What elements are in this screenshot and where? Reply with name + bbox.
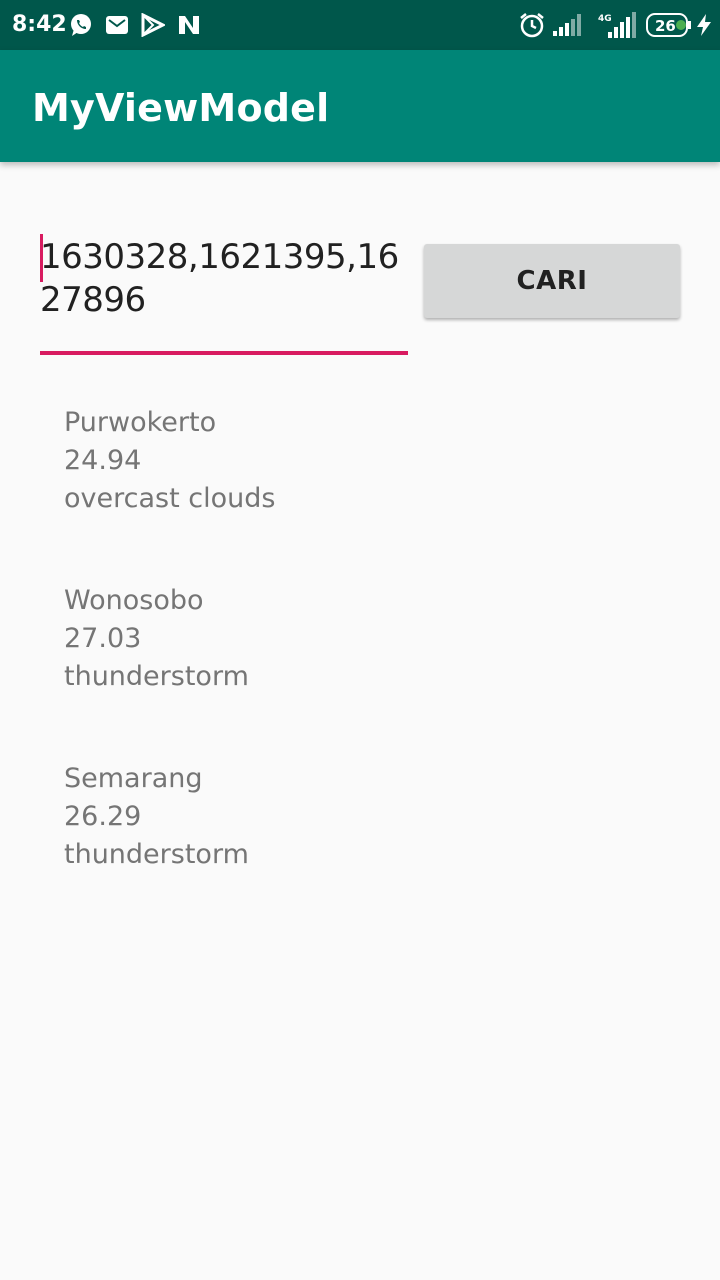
city-name: Semarang xyxy=(64,763,203,794)
svg-text:26: 26 xyxy=(655,17,676,35)
charging-icon xyxy=(696,11,712,39)
whatsapp-icon xyxy=(68,11,94,39)
list-item[interactable]: Purwokerto 24.94 overcast clouds xyxy=(64,404,664,582)
search-button[interactable]: CARI xyxy=(424,244,680,318)
temperature: 26.29 xyxy=(64,801,142,832)
list-item[interactable]: Semarang 26.29 thunderstorm xyxy=(64,760,664,938)
input-underline xyxy=(40,351,408,355)
city-id-input-value[interactable]: 1630328,1621395,1627896 xyxy=(40,236,408,322)
status-bar: 8:42 4G 26 xyxy=(0,0,720,50)
weather-description: thunderstorm xyxy=(64,661,249,692)
temperature: 27.03 xyxy=(64,623,142,654)
app-bar: MyViewModel xyxy=(0,50,720,162)
city-name: Purwokerto xyxy=(64,407,217,438)
signal-icon xyxy=(552,11,582,39)
mail-icon xyxy=(106,11,128,39)
weather-list: Purwokerto 24.94 overcast clouds Wonosob… xyxy=(64,404,664,938)
signal-4g-icon: 4G xyxy=(596,11,636,39)
svg-text:4G: 4G xyxy=(598,14,612,24)
alarm-icon xyxy=(518,11,546,39)
city-id-input[interactable]: 1630328,1621395,1627896 xyxy=(40,234,408,356)
app-title: MyViewModel xyxy=(32,86,330,130)
weather-description: thunderstorm xyxy=(64,839,249,870)
battery-icon: 26 xyxy=(646,11,692,39)
city-name: Wonosobo xyxy=(64,585,204,616)
n-icon xyxy=(176,11,202,39)
play-icon xyxy=(140,11,166,39)
weather-description: overcast clouds xyxy=(64,483,276,514)
status-time: 8:42 xyxy=(12,12,67,37)
temperature: 24.94 xyxy=(64,445,142,476)
list-item[interactable]: Wonosobo 27.03 thunderstorm xyxy=(64,582,664,760)
